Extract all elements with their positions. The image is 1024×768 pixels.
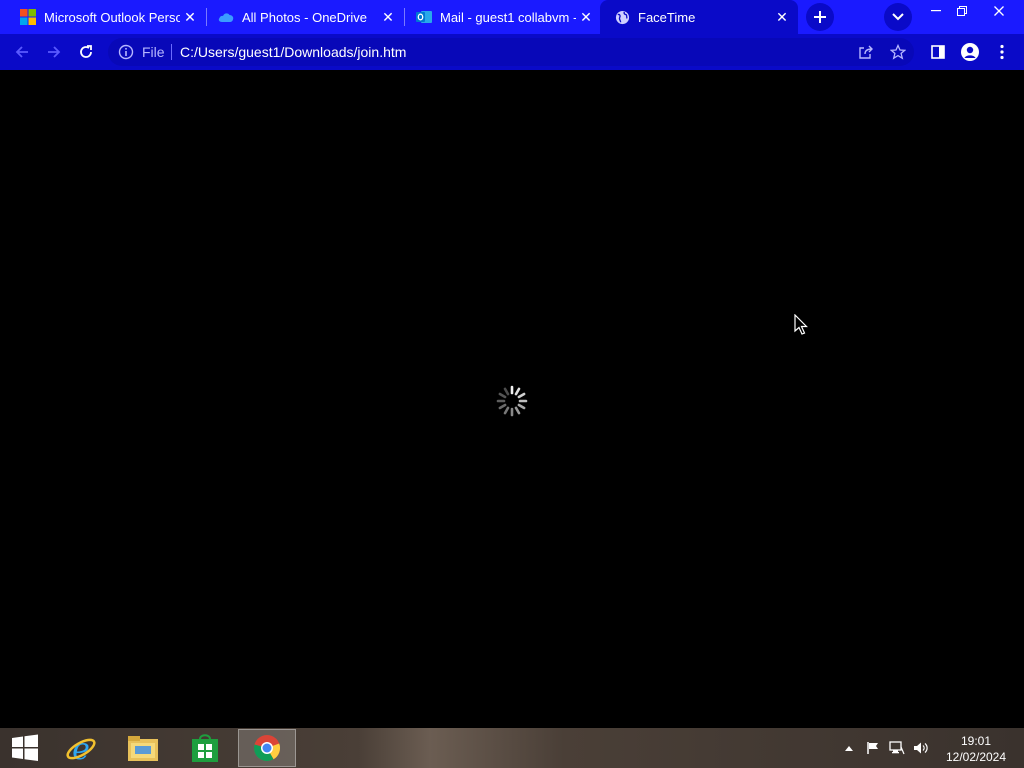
taskbar-file-explorer[interactable] <box>114 729 172 767</box>
taskbar-chrome[interactable] <box>238 729 296 767</box>
microsoft-logo-icon <box>20 9 36 25</box>
side-panel-button[interactable] <box>926 40 950 64</box>
avatar-icon <box>961 43 979 61</box>
share-button[interactable] <box>854 40 878 64</box>
close-icon[interactable]: ✕ <box>378 7 398 27</box>
menu-button[interactable] <box>990 40 1014 64</box>
tab-title: FaceTime <box>638 9 696 25</box>
taskbar: e 19:01 12/02/2024 <box>0 728 1024 768</box>
tab-mail[interactable]: Mail - guest1 collabvm - ✕ <box>396 0 602 34</box>
taskbar-internet-explorer[interactable]: e <box>52 729 110 767</box>
info-icon[interactable] <box>118 44 134 60</box>
globe-icon <box>614 9 630 25</box>
close-icon[interactable]: ✕ <box>576 7 596 27</box>
network-icon <box>889 741 905 755</box>
chrome-icon <box>254 735 281 762</box>
folder-icon <box>128 736 158 761</box>
internet-explorer-icon: e <box>66 732 96 764</box>
onedrive-icon <box>218 9 234 25</box>
clock-time: 19:01 <box>960 734 992 748</box>
tab-facetime[interactable]: FaceTime ✕ <box>600 0 798 34</box>
mouse-cursor-icon <box>794 314 808 335</box>
plus-icon <box>814 11 826 23</box>
tab-strip: Microsoft Outlook Person ✕ All Photos - … <box>0 0 1024 34</box>
loading-spinner-icon <box>496 385 528 417</box>
minimize-icon <box>931 10 941 12</box>
share-icon <box>859 45 873 59</box>
side-panel-icon <box>931 45 945 59</box>
restore-icon <box>957 6 967 16</box>
bookmark-button[interactable] <box>886 40 910 64</box>
volume-control[interactable] <box>912 740 930 756</box>
omnibox-divider <box>171 44 172 60</box>
close-icon <box>994 6 1004 16</box>
back-button[interactable] <box>10 40 34 64</box>
arrow-right-icon <box>48 46 61 58</box>
network-status[interactable] <box>888 740 906 756</box>
chevron-down-icon <box>892 13 904 21</box>
close-window-button[interactable] <box>984 0 1014 22</box>
tab-onedrive[interactable]: All Photos - OneDrive ✕ <box>198 0 404 34</box>
reload-icon <box>80 45 92 58</box>
speaker-icon <box>914 742 928 754</box>
store-icon <box>192 734 218 762</box>
outlook-icon <box>416 9 432 25</box>
page-content <box>0 70 1024 728</box>
new-tab-button[interactable] <box>806 3 834 31</box>
reload-button[interactable] <box>74 40 98 64</box>
star-icon <box>890 44 906 60</box>
tab-title: All Photos - OneDrive <box>242 9 367 25</box>
start-button[interactable] <box>0 729 50 767</box>
svg-text:e: e <box>72 732 90 764</box>
flag-icon <box>867 742 878 754</box>
show-hidden-icons-button[interactable] <box>840 740 858 756</box>
close-icon[interactable]: ✕ <box>180 7 200 27</box>
screen: Microsoft Outlook Person ✕ All Photos - … <box>0 0 1024 768</box>
windows-logo-icon <box>12 734 38 761</box>
close-icon[interactable]: ✕ <box>772 7 792 27</box>
taskbar-store[interactable] <box>176 729 234 767</box>
chevron-up-icon <box>845 746 853 751</box>
tab-search-button[interactable] <box>884 3 912 31</box>
restore-button[interactable] <box>947 0 977 22</box>
url-text[interactable]: C:/Users/guest1/Downloads/join.htm <box>180 44 406 60</box>
clock-date: 12/02/2024 <box>945 750 1007 764</box>
address-bar[interactable]: File C:/Users/guest1/Downloads/join.htm <box>108 38 914 66</box>
kebab-menu-icon <box>1000 44 1004 60</box>
scheme-label: File <box>142 44 165 60</box>
system-clock[interactable]: 19:01 12/02/2024 <box>938 733 1014 765</box>
tab-title: Mail - guest1 collabvm - <box>440 9 576 25</box>
tab-outlook[interactable]: Microsoft Outlook Person ✕ <box>0 0 206 34</box>
browser-toolbar: File C:/Users/guest1/Downloads/join.htm <box>0 34 1024 70</box>
tab-title: Microsoft Outlook Person <box>44 9 180 25</box>
action-center-flag[interactable] <box>864 740 882 756</box>
arrow-left-icon <box>15 46 28 58</box>
forward-button[interactable] <box>42 40 66 64</box>
profile-button[interactable] <box>958 40 982 64</box>
